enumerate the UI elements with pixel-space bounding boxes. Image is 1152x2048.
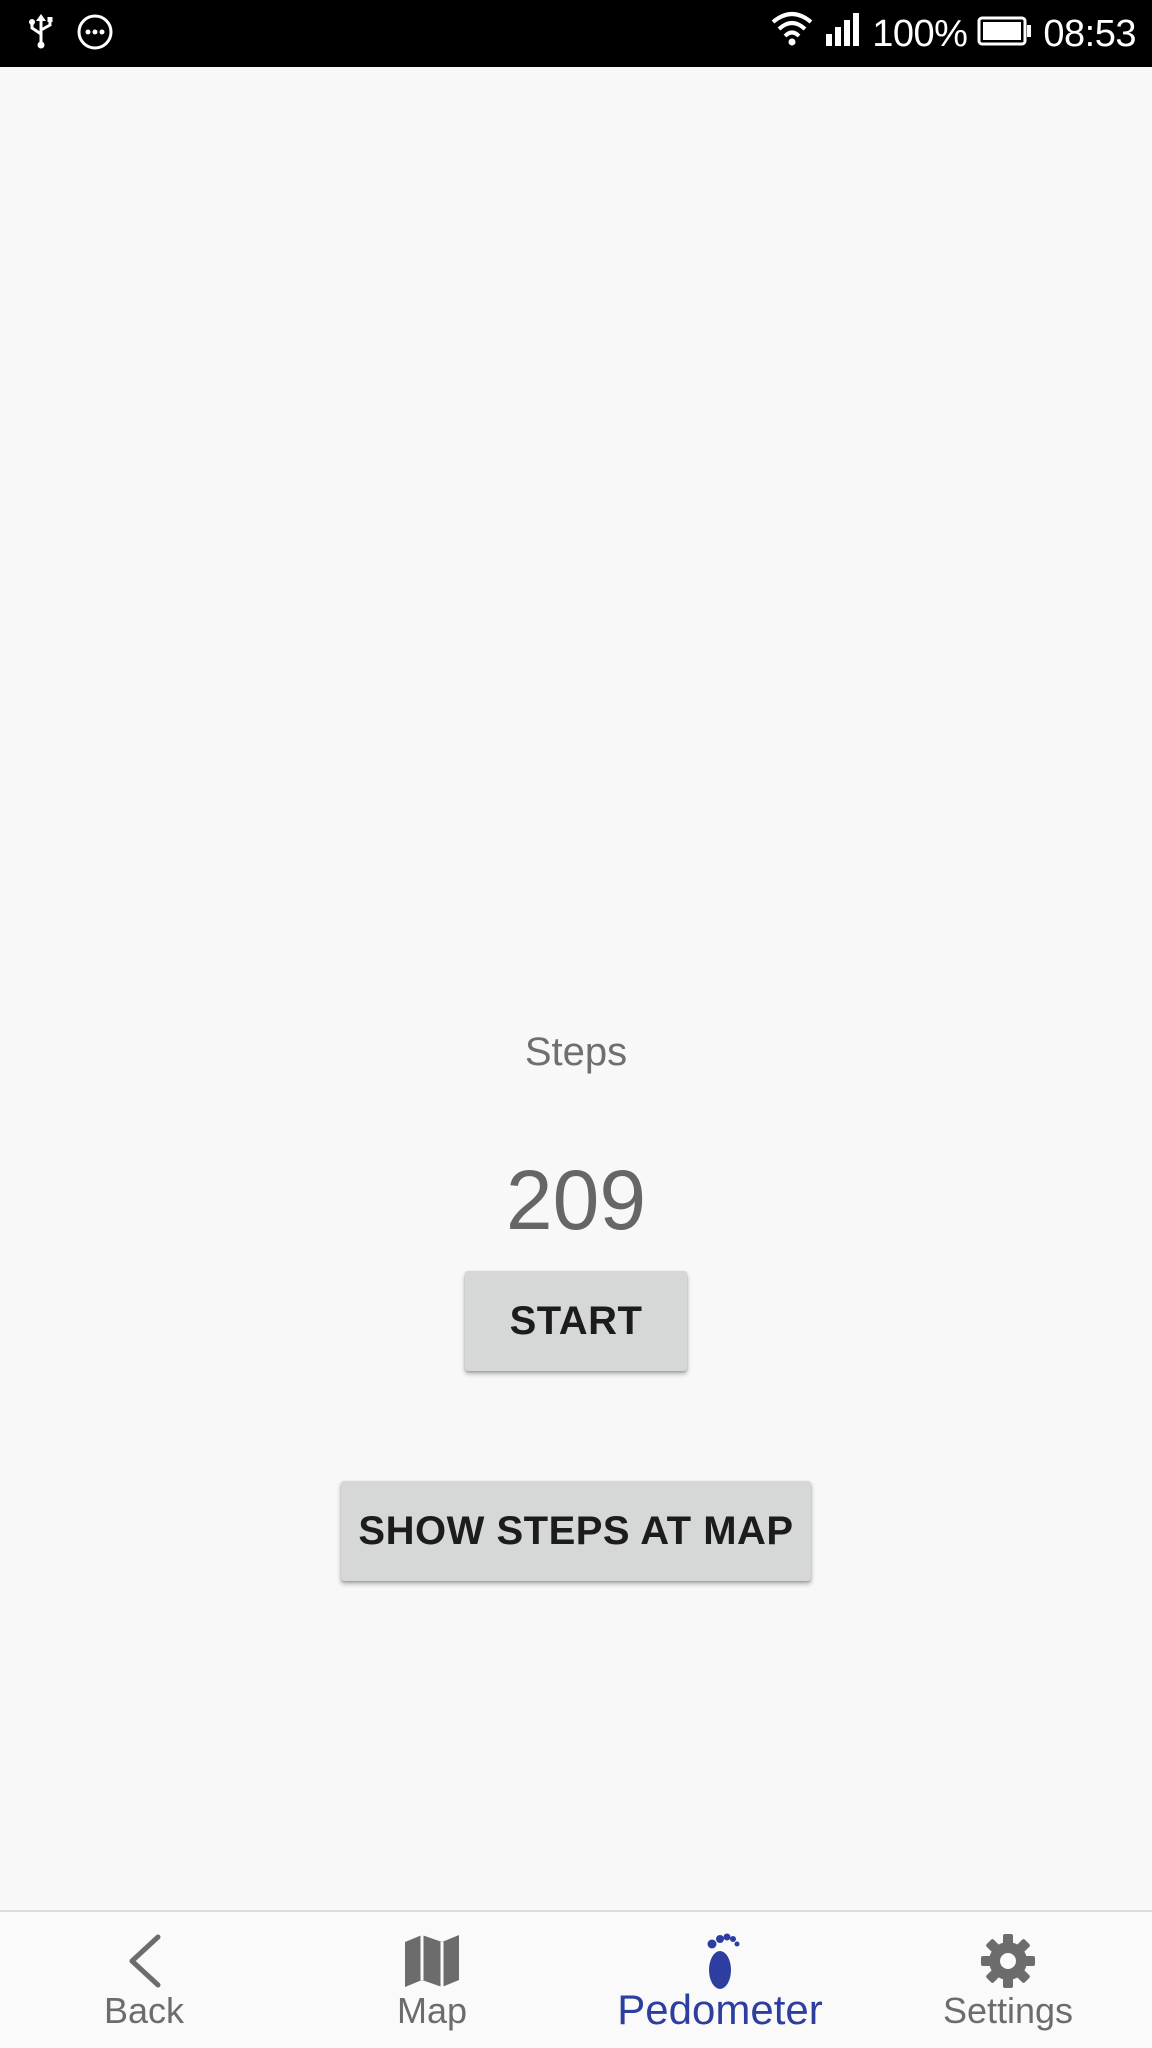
nav-item-settings[interactable]: Settings: [864, 1912, 1152, 2048]
battery-icon: [977, 8, 1033, 60]
nav-item-back[interactable]: Back: [0, 1912, 288, 2048]
gear-icon: [864, 1930, 1152, 1992]
nav-item-pedometer[interactable]: Pedometer: [576, 1912, 864, 2048]
map-icon: [288, 1930, 576, 1992]
clock: 08:53: [1043, 13, 1136, 55]
nav-label-pedometer: Pedometer: [617, 1986, 823, 2033]
signal-icon: [824, 8, 862, 60]
status-bar: 100% 08:53: [0, 0, 1152, 67]
show-steps-at-map-button[interactable]: SHOW STEPS AT MAP: [341, 1481, 811, 1581]
chevron-left-icon: [0, 1930, 288, 1992]
status-left-icons: [28, 12, 114, 56]
nav-label-map: Map: [396, 1990, 468, 2031]
more-icon: [76, 13, 114, 56]
start-button[interactable]: START: [465, 1271, 687, 1371]
wifi-icon: [770, 8, 814, 60]
nav-item-map[interactable]: Map: [288, 1912, 576, 2048]
steps-count: 209: [505, 1153, 647, 1247]
nav-label-back: Back: [103, 1990, 185, 2031]
status-right-icons: 100% 08:53: [770, 8, 1136, 60]
nav-label-settings: Settings: [942, 1990, 1074, 2031]
battery-percent: 100%: [872, 13, 968, 55]
bottom-navigation: Back Map Pedometer Settings: [0, 1910, 1152, 2048]
footprint-icon: [576, 1930, 864, 1992]
steps-label: Steps: [524, 1030, 628, 1074]
usb-icon: [28, 13, 54, 55]
